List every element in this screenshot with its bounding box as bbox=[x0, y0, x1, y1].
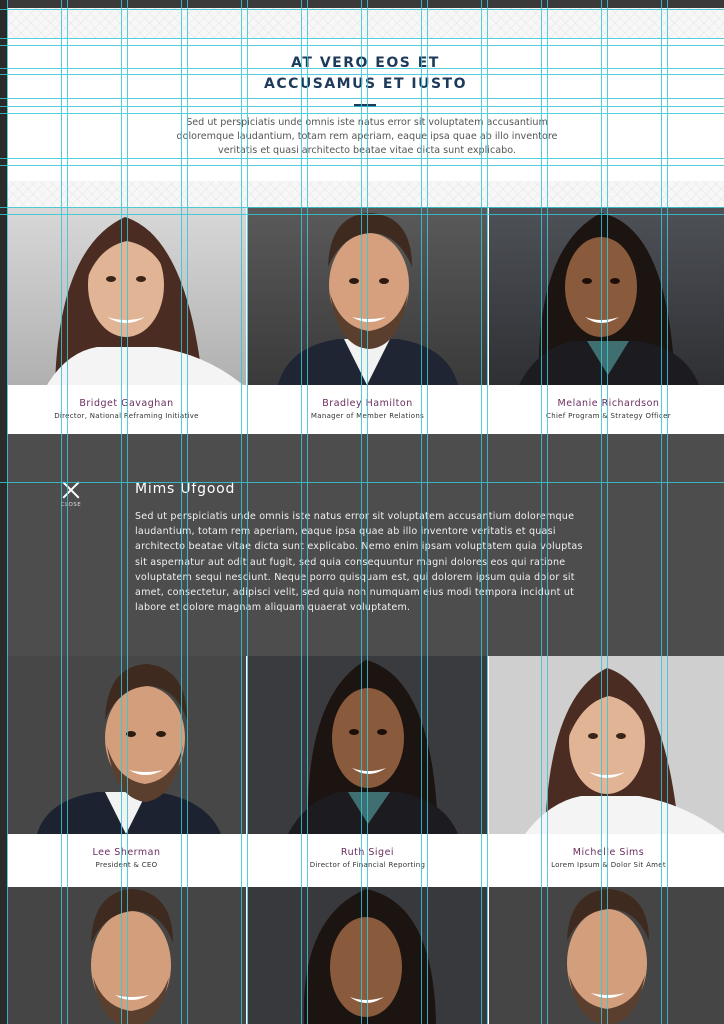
title-underline bbox=[354, 104, 376, 107]
portrait-photo bbox=[489, 887, 724, 1024]
member-name: Bridget Gavaghan bbox=[79, 398, 174, 409]
section-title-line-1: AT VERO EOS ET bbox=[291, 55, 440, 71]
member-name: Lee Sherman bbox=[92, 847, 161, 858]
team-card-row3-2[interactable] bbox=[248, 887, 487, 1024]
team-card-michelle[interactable]: Michelle Sims Lorem Ipsum & Dolor Sit Am… bbox=[489, 656, 724, 887]
portrait-photo bbox=[248, 887, 487, 1024]
team-card-ruth[interactable]: Ruth Sigei Director of Financial Reporti… bbox=[248, 656, 487, 887]
portrait-photo bbox=[7, 887, 246, 1024]
team-card-row3-1[interactable] bbox=[7, 887, 246, 1024]
team-card-lee[interactable]: Lee Sherman President & CEO bbox=[7, 656, 246, 887]
close-icon[interactable] bbox=[62, 481, 80, 499]
member-role: Director, National Reframing Initiative bbox=[54, 412, 199, 420]
section-title-line-2: ACCUSAMUS ET IUSTO bbox=[263, 76, 468, 92]
member-role: Chief Program & Strategy Officer bbox=[546, 412, 671, 420]
card-caption: Melanie Richardson Chief Program & Strat… bbox=[489, 385, 724, 434]
portrait-photo bbox=[7, 207, 246, 385]
close-label[interactable]: CLOSE bbox=[59, 502, 83, 508]
detail-name: Mims Ufgood bbox=[135, 481, 236, 497]
team-card-row3-3[interactable] bbox=[489, 887, 724, 1024]
portrait-photo bbox=[248, 656, 487, 834]
portrait-photo bbox=[489, 656, 724, 834]
portrait-photo bbox=[248, 207, 487, 385]
card-caption: Bradley Hamilton Manager of Member Relat… bbox=[248, 385, 487, 434]
pattern-band-top bbox=[7, 8, 724, 38]
card-caption: Bridget Gavaghan Director, National Refr… bbox=[7, 385, 246, 434]
section-intro: Sed ut perspiciatis unde omnis iste natu… bbox=[176, 117, 558, 156]
member-name: Melanie Richardson bbox=[557, 398, 660, 409]
member-role: Lorem Ipsum & Dolor Sit Amet bbox=[551, 861, 666, 869]
team-header: AT VERO EOS ET ACCUSAMUS ET IUSTO Sed ut… bbox=[7, 38, 724, 181]
member-role: President & CEO bbox=[95, 861, 158, 869]
team-card-melanie[interactable]: Melanie Richardson Chief Program & Strat… bbox=[489, 207, 724, 434]
member-name: Bradley Hamilton bbox=[322, 398, 413, 409]
member-role: Manager of Member Relations bbox=[310, 412, 425, 420]
detail-bio: Sed ut perspiciatis unde omnis iste natu… bbox=[135, 511, 583, 614]
member-name: Michelle Sims bbox=[572, 847, 645, 858]
portrait-photo bbox=[489, 207, 724, 385]
pattern-band-bottom bbox=[7, 181, 724, 207]
card-caption: Ruth Sigei Director of Financial Reporti… bbox=[248, 834, 487, 887]
team-page: AT VERO EOS ET ACCUSAMUS ET IUSTO Sed ut… bbox=[7, 0, 724, 1024]
top-strip bbox=[7, 0, 724, 8]
member-role: Director of Financial Reporting bbox=[309, 861, 426, 869]
member-name: Ruth Sigei bbox=[340, 847, 395, 858]
card-caption: Michelle Sims Lorem Ipsum & Dolor Sit Am… bbox=[489, 834, 724, 887]
team-card-bradley[interactable]: Bradley Hamilton Manager of Member Relat… bbox=[248, 207, 487, 434]
team-card-bridget[interactable]: Bridget Gavaghan Director, National Refr… bbox=[7, 207, 246, 434]
member-detail-panel: CLOSE Mims Ufgood Sed ut perspiciatis un… bbox=[7, 434, 724, 656]
portrait-photo bbox=[7, 656, 246, 834]
card-caption: Lee Sherman President & CEO bbox=[7, 834, 246, 887]
